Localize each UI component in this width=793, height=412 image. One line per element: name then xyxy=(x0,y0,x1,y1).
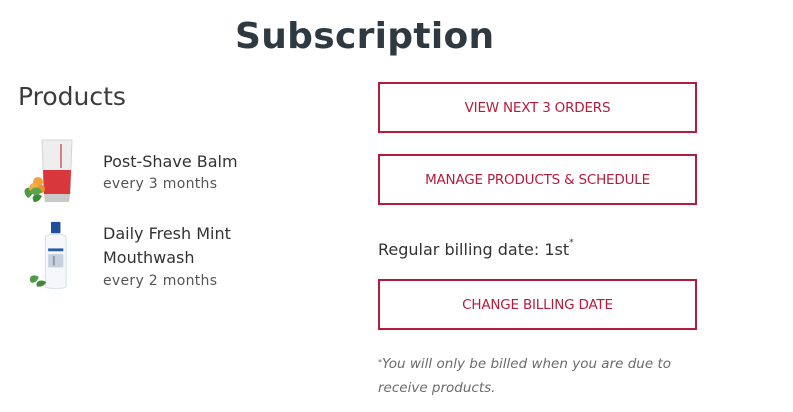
view-next-orders-button[interactable]: VIEW NEXT 3 ORDERS xyxy=(378,82,697,133)
change-billing-date-button[interactable]: CHANGE BILLING DATE xyxy=(378,279,697,330)
product-name: Daily Fresh Mint Mouthwash xyxy=(103,224,231,267)
footnote-text: You will only be billed when you are due… xyxy=(378,356,671,396)
product-frequency: every 3 months xyxy=(103,176,218,192)
billing-footnote: *You will only be billed when you are du… xyxy=(378,352,708,400)
billing-date-label: Regular billing date: 1st* xyxy=(378,238,574,259)
products-heading: Products xyxy=(18,82,126,111)
balm-tube-icon xyxy=(24,139,73,202)
mouthwash-bottle-icon xyxy=(29,221,67,289)
manage-products-schedule-button[interactable]: MANAGE PRODUCTS & SCHEDULE xyxy=(378,154,697,205)
billing-date-text: Regular billing date: 1st xyxy=(378,240,570,259)
product-item: Post-Shave Balm every 3 months xyxy=(20,136,350,208)
billing-footnote-marker: * xyxy=(569,238,574,248)
product-name: Post-Shave Balm xyxy=(103,152,238,171)
product-frequency: every 2 months xyxy=(103,273,218,289)
page-title: Subscription xyxy=(235,16,495,57)
product-item: Daily Fresh Mint Mouthwash every 2 month… xyxy=(20,220,350,296)
footnote-marker: * xyxy=(378,358,382,367)
